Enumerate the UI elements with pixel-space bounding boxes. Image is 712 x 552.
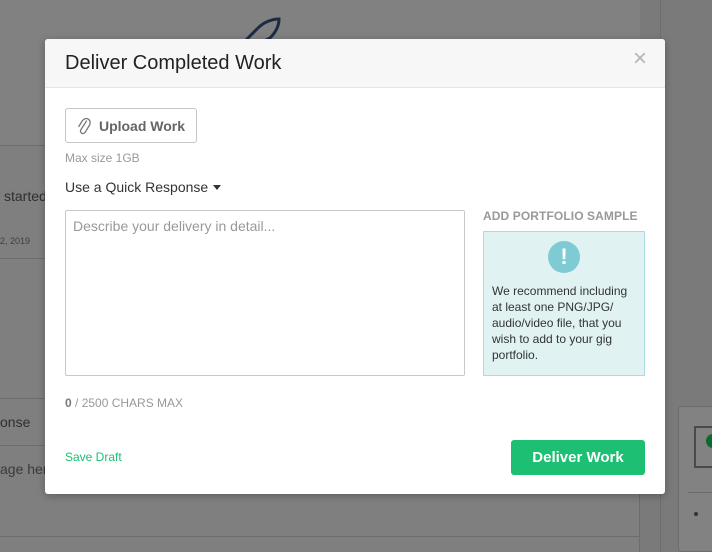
- portfolio-sample-label: ADD PORTFOLIO SAMPLE: [483, 209, 638, 223]
- background-started-text: started: [4, 188, 47, 204]
- close-icon[interactable]: ×: [633, 47, 647, 71]
- deliver-work-modal: Deliver Completed Work × Upload Work Max…: [45, 39, 665, 494]
- exclamation-icon: !: [548, 241, 580, 273]
- background-response-text: onse: [0, 414, 31, 430]
- portfolio-sample-box[interactable]: ! We recommend including at least one PN…: [483, 231, 645, 376]
- char-count-current: 0: [65, 396, 72, 410]
- delivery-description-input[interactable]: [65, 210, 465, 376]
- paperclip-icon: [78, 117, 91, 134]
- background-card-divider: [688, 492, 712, 493]
- upload-work-button[interactable]: Upload Work: [65, 108, 197, 143]
- bullet-icon: [694, 512, 698, 516]
- char-count-max: / 2500 CHARS MAX: [71, 396, 184, 410]
- upload-work-label: Upload Work: [98, 117, 186, 134]
- char-count: 0 / 2500 CHARS MAX: [65, 396, 183, 410]
- portfolio-recommendation-text: We recommend including at least one PNG/…: [492, 284, 628, 362]
- max-size-note: Max size 1GB: [65, 151, 140, 165]
- deliver-work-button[interactable]: Deliver Work: [511, 440, 645, 475]
- modal-header: Deliver Completed Work ×: [45, 39, 665, 88]
- modal-title: Deliver Completed Work: [65, 52, 282, 74]
- background-divider: [0, 536, 640, 537]
- quick-response-label: Use a Quick Response: [65, 179, 209, 195]
- background-date-text: 2, 2019: [0, 236, 31, 246]
- save-draft-link[interactable]: Save Draft: [65, 450, 122, 464]
- caret-down-icon: [213, 185, 222, 190]
- quick-response-dropdown[interactable]: Use a Quick Response: [65, 179, 222, 195]
